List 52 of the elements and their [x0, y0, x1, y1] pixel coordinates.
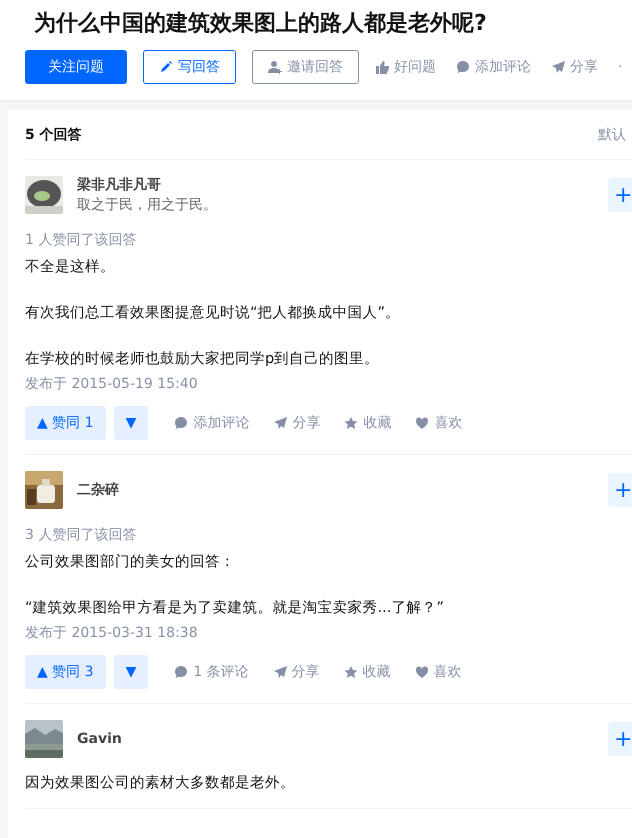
- sort-label[interactable]: 默认: [598, 126, 626, 144]
- author-bio: 取之于民，用之于民。: [77, 196, 218, 215]
- add-person-icon: [268, 60, 282, 74]
- action-button[interactable]: 分享: [272, 663, 320, 681]
- follow-button[interactable]: +: [608, 722, 632, 756]
- action-button[interactable]: 分享: [273, 414, 320, 432]
- downvote-button[interactable]: ▼: [114, 406, 148, 440]
- toolbar-button[interactable]: 写回答: [143, 50, 236, 84]
- follow-button[interactable]: +: [608, 178, 632, 212]
- answer-paragraph: 公司效果图部门的美女的回答：: [25, 552, 236, 572]
- answer-paragraph: 不全是这样。: [25, 258, 116, 277]
- action-button[interactable]: 收藏: [344, 663, 391, 681]
- pencil-icon: [159, 60, 173, 74]
- publish-date: 发布于 2015-03-31 18:38: [25, 624, 199, 643]
- toolbar-button[interactable]: ·: [618, 50, 622, 84]
- action-button[interactable]: 喜欢: [415, 414, 462, 432]
- heart-icon: [415, 416, 430, 430]
- upvote-note: 1 人赞同了该回答: [25, 231, 138, 250]
- action-button[interactable]: 1 条评论: [174, 663, 249, 681]
- toolbar-button[interactable]: 关注问题: [25, 50, 127, 84]
- author-name[interactable]: Gavin: [77, 729, 594, 749]
- upvote-button[interactable]: ▲ 赞同 3: [25, 655, 106, 689]
- share-icon: [551, 60, 565, 74]
- star-icon: [344, 665, 358, 679]
- comment-icon: [174, 416, 188, 430]
- thumbs-up-icon: [375, 60, 389, 74]
- downvote-button[interactable]: ▼: [114, 655, 148, 689]
- publish-date: 发布于 2015-05-19 15:40: [25, 375, 199, 394]
- action-button[interactable]: 喜欢: [414, 663, 462, 681]
- upvote-note: 3 人赞同了该回答: [25, 526, 138, 545]
- toolbar-button[interactable]: 分享: [551, 50, 598, 84]
- star-icon: [344, 416, 358, 430]
- comment-icon: [174, 665, 188, 679]
- action-button[interactable]: 添加评论: [174, 414, 250, 432]
- answer-paragraph: 因为效果图公司的素材大多数都是老外。: [25, 774, 296, 793]
- toolbar-button[interactable]: 好问题: [375, 50, 436, 84]
- heart-icon: [414, 665, 429, 679]
- comment-icon: [456, 60, 470, 74]
- answer-count: 5 个回答: [25, 126, 82, 144]
- share-icon: [273, 416, 288, 430]
- author-name[interactable]: 二杂碎: [77, 480, 594, 500]
- toolbar-button[interactable]: 添加评论: [456, 50, 531, 84]
- follow-button[interactable]: +: [608, 473, 632, 507]
- share-icon: [272, 665, 287, 679]
- answer-paragraph: 有次我们总工看效果图提意见时说“把人都换成中国人”。: [25, 304, 402, 323]
- action-button[interactable]: 收藏: [344, 414, 392, 432]
- author-name[interactable]: 梁非凡非凡哥: [77, 175, 594, 195]
- question-title: 为什么中国的建筑效果图上的路人都是老外呢?: [34, 10, 488, 38]
- answer-paragraph: 在学校的时候老师也鼓励大家把同学p到自己的图里。: [25, 350, 380, 369]
- upvote-button[interactable]: ▲ 赞同 1: [25, 406, 106, 440]
- toolbar-button[interactable]: 邀请回答: [252, 50, 359, 84]
- answer-paragraph: “建筑效果图给甲方看是为了卖建筑。就是淘宝卖家秀...了解？”: [25, 598, 445, 618]
